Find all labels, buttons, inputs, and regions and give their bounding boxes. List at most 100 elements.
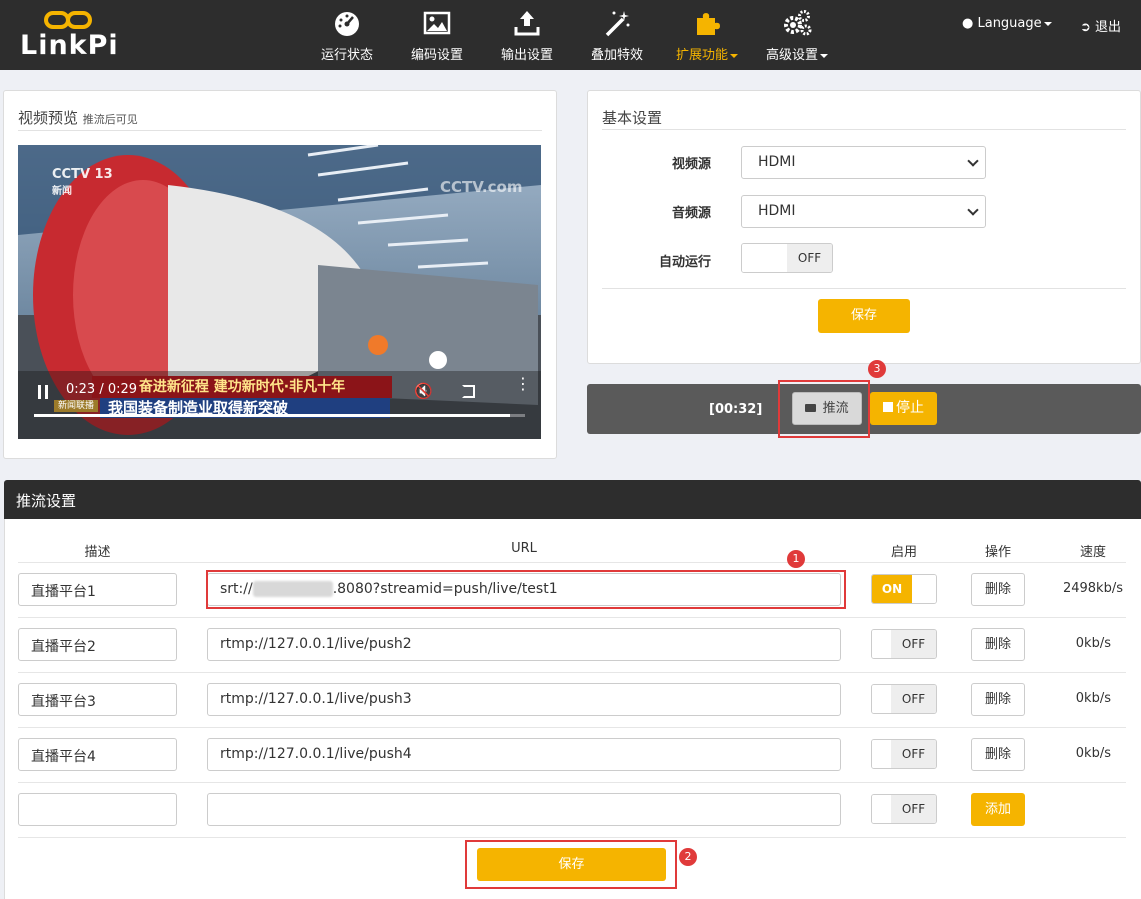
nav-advanced[interactable]: 高级设置 xyxy=(760,8,834,64)
row2-enable-toggle[interactable]: OFF xyxy=(871,629,937,659)
chevron-down-icon xyxy=(967,155,979,167)
row3-url-input[interactable]: rtmp://127.0.0.1/live/push3 xyxy=(207,683,841,716)
nav-extensions[interactable]: 扩展功能 xyxy=(670,8,744,64)
audio-source-value: HDMI xyxy=(758,203,796,219)
toggle-knob xyxy=(912,575,936,603)
row3-desc-input[interactable]: 直播平台3 xyxy=(18,683,177,716)
nav-encode[interactable]: 编码设置 xyxy=(402,8,472,64)
row4-desc-input[interactable]: 直播平台4 xyxy=(18,738,177,771)
row3-speed: 0kb/s xyxy=(1075,691,1111,706)
audio-source-select[interactable]: HDMI xyxy=(741,195,986,228)
row4-delete-button[interactable]: 删除 xyxy=(971,738,1025,771)
more-options-icon[interactable]: ⋮ xyxy=(515,376,531,392)
new-enable-toggle[interactable]: OFF xyxy=(871,794,937,824)
add-row-button[interactable]: 添加 xyxy=(971,793,1025,826)
highlight-box-push xyxy=(778,380,870,438)
video-preview-title: 视频预览 推流后可见 xyxy=(18,107,138,128)
divider xyxy=(18,130,542,131)
row3-delete-button[interactable]: 删除 xyxy=(971,683,1025,716)
row4-speed: 0kb/s xyxy=(1075,746,1111,761)
nav-overlay[interactable]: 叠加特效 xyxy=(582,8,652,64)
toggle-knob xyxy=(872,795,892,823)
row-divider xyxy=(18,562,1126,563)
elapsed-time: [00:32] xyxy=(709,402,763,417)
nav-output-label: 输出设置 xyxy=(500,48,553,63)
row1-desc-input[interactable]: 直播平台1 xyxy=(18,573,177,606)
row2-url-input[interactable]: rtmp://127.0.0.1/live/push2 xyxy=(207,628,841,661)
channel-logo-text: CCTV 13 xyxy=(52,167,113,182)
sign-out-icon: ➲ xyxy=(1080,20,1091,35)
auto-run-toggle[interactable]: OFF xyxy=(741,243,833,273)
caret-down-icon xyxy=(730,53,738,58)
column-desc: 描述 xyxy=(84,545,111,560)
top-navbar: LinkPi 运行状态 编码设置 输出设置 叠加特效 扩展功能 高级设置 ● L… xyxy=(0,0,1141,70)
toggle-state: OFF xyxy=(787,244,832,272)
row3-enable-toggle[interactable]: OFF xyxy=(871,684,937,714)
logout-link[interactable]: ➲ 退出 xyxy=(1080,16,1121,35)
video-source-value: HDMI xyxy=(758,154,796,170)
nav-overlay-label: 叠加特效 xyxy=(590,48,643,63)
new-desc-input[interactable] xyxy=(18,793,177,826)
nav-extensions-label: 扩展功能 xyxy=(676,44,738,63)
video-player[interactable]: CCTV 13 新闻 CCTV.com 奋进新征程 建功新时代·非凡十年 新闻联… xyxy=(18,145,541,439)
fullscreen-icon[interactable] xyxy=(462,385,475,398)
chain-link-icon xyxy=(44,11,92,29)
channel-sub-text: 新闻 xyxy=(52,186,72,197)
row1-enable-toggle[interactable]: ON xyxy=(871,574,937,604)
mute-icon[interactable]: 🔇 xyxy=(414,382,433,400)
preview-subtitle: 推流后可见 xyxy=(82,113,138,126)
nav-output[interactable]: 输出设置 xyxy=(492,8,562,64)
row-divider xyxy=(18,617,1126,618)
row2-desc-input[interactable]: 直播平台2 xyxy=(18,628,177,661)
toggle-state: OFF xyxy=(891,795,936,823)
row-divider xyxy=(18,727,1126,728)
toggle-knob xyxy=(742,244,788,272)
highlight-box-save xyxy=(465,840,677,889)
language-menu[interactable]: ● Language xyxy=(962,16,1052,31)
nav-status[interactable]: 运行状态 xyxy=(312,8,382,64)
basic-settings-title: 基本设置 xyxy=(602,109,663,127)
column-action: 操作 xyxy=(984,545,1011,560)
brand-logo[interactable]: LinkPi xyxy=(20,8,120,64)
new-url-input[interactable] xyxy=(207,793,841,826)
toggle-state: ON xyxy=(872,575,912,603)
column-url: URL xyxy=(511,541,537,556)
row4-enable-toggle[interactable]: OFF xyxy=(871,739,937,769)
audio-source-label: 音频源 xyxy=(671,206,711,221)
language-label: Language xyxy=(977,16,1042,31)
row2-delete-button[interactable]: 删除 xyxy=(971,628,1025,661)
video-progress-fill xyxy=(34,414,511,417)
brand-name: LinkPi xyxy=(20,30,119,61)
watermark: CCTV.com xyxy=(440,178,523,196)
stop-stream-label: 停止 xyxy=(896,400,924,416)
row4-url-input[interactable]: rtmp://127.0.0.1/live/push4 xyxy=(207,738,841,771)
video-progress-track[interactable] xyxy=(34,414,525,417)
toggle-state: OFF xyxy=(891,630,936,658)
logout-label: 退出 xyxy=(1095,20,1122,35)
nav-status-label: 运行状态 xyxy=(320,48,373,63)
toggle-state: OFF xyxy=(891,740,936,768)
channel-logo: CCTV 13 新闻 xyxy=(52,167,113,198)
row1-speed: 2498kb/s xyxy=(1062,581,1123,596)
dashboard-icon xyxy=(312,8,382,38)
step-badge-2: 2 xyxy=(679,848,697,866)
divider xyxy=(602,288,1126,289)
row1-delete-button[interactable]: 删除 xyxy=(971,573,1025,606)
stop-stream-button[interactable]: 停止 xyxy=(870,392,937,425)
nav-advanced-label: 高级设置 xyxy=(766,44,828,63)
magic-wand-icon xyxy=(582,8,652,38)
basic-save-button[interactable]: 保存 xyxy=(818,299,910,333)
auto-run-label: 自动运行 xyxy=(658,255,711,270)
gears-icon xyxy=(760,8,834,38)
nav-advanced-text: 高级设置 xyxy=(765,48,818,63)
pause-icon[interactable] xyxy=(38,385,48,399)
chevron-down-icon xyxy=(967,204,979,216)
nav-encode-label: 编码设置 xyxy=(410,48,463,63)
divider xyxy=(602,129,1126,130)
video-source-select[interactable]: HDMI xyxy=(741,146,986,179)
step-badge-3: 3 xyxy=(868,360,886,378)
toggle-state: OFF xyxy=(891,685,936,713)
video-time: 0:23 / 0:29 xyxy=(66,382,138,397)
row-divider xyxy=(18,672,1126,673)
toggle-knob xyxy=(872,630,892,658)
